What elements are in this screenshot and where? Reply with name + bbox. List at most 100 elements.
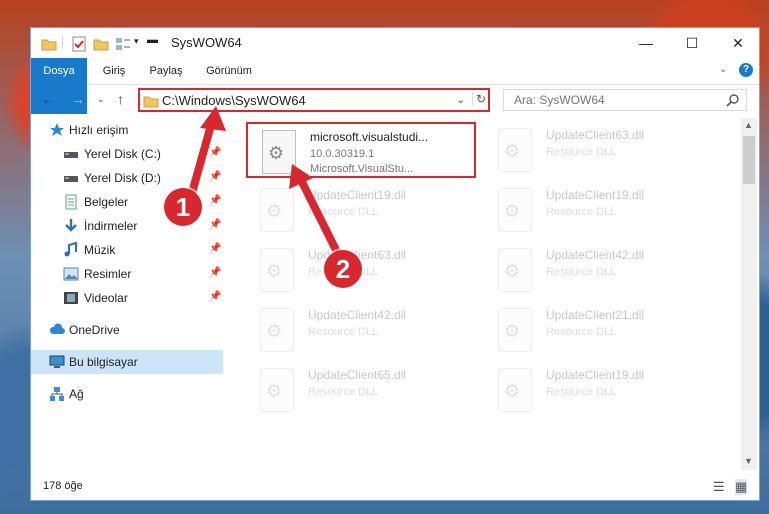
file-detail: Resource DLL bbox=[308, 386, 379, 398]
large-icons-view-icon[interactable]: ▦ bbox=[735, 479, 748, 495]
item-count: 178 öğe bbox=[43, 480, 83, 492]
details-view-icon[interactable]: ☰ bbox=[713, 479, 725, 495]
sidebar-item-resimler[interactable]: Resimler 📌 bbox=[31, 262, 223, 286]
search-box[interactable]: Ara: SysWOW64 bbox=[503, 89, 747, 111]
window-title: SysWOW64 bbox=[171, 35, 242, 50]
pin-icon[interactable]: 📌 bbox=[209, 147, 221, 158]
file-detail: Resource DLL bbox=[308, 326, 379, 338]
sidebar-item-videolar[interactable]: Videolar 📌 bbox=[31, 286, 223, 310]
dll-file-icon: ⚙ bbox=[260, 308, 294, 352]
tab-giris[interactable]: Giriş bbox=[93, 58, 135, 84]
pin-icon[interactable]: 📌 bbox=[209, 291, 221, 302]
close-button[interactable]: ✕ bbox=[715, 28, 761, 58]
dll-file-icon: ⚙ bbox=[260, 368, 294, 412]
sidebar-item-label: Yerel Disk (D:) bbox=[84, 171, 161, 185]
file-item[interactable]: ⚙ UpdateClient19.dll Resource DLL bbox=[246, 182, 476, 238]
sidebar-item-onedrive[interactable]: OneDrive bbox=[31, 318, 223, 342]
file-detail: Resource DLL bbox=[546, 266, 617, 278]
scroll-down-icon[interactable]: ▼ bbox=[744, 456, 753, 466]
status-bar: 178 öğe ☰ ▦ bbox=[31, 476, 759, 500]
gear-icon: ⚙ bbox=[504, 201, 521, 221]
file-item[interactable]: ⚙ microsoft.visualstudi... 10.0.30319.1 Mic… bbox=[246, 122, 476, 178]
up-icon[interactable]: ↑ bbox=[117, 91, 124, 107]
dll-file-icon: ⚙ bbox=[260, 248, 294, 292]
file-item[interactable]: ⚙ UpdateClient42.dll Resource DLL bbox=[246, 302, 476, 358]
file-item[interactable]: ⚙ UpdateClient19.dll Resource DLL bbox=[484, 182, 714, 238]
pin-icon[interactable]: 📌 bbox=[209, 195, 221, 206]
file-name: UpdateClient21.dll bbox=[546, 308, 645, 322]
file-detail: Resource DLL bbox=[308, 206, 379, 218]
video-icon bbox=[63, 290, 79, 306]
file-name: UpdateClient42.dll bbox=[308, 308, 407, 322]
pin-icon[interactable]: 📌 bbox=[209, 219, 221, 230]
sidebar-item-ağ[interactable]: Ağ bbox=[31, 382, 223, 406]
download-icon bbox=[63, 218, 79, 234]
file-detail: 10.0.30319.1 bbox=[310, 148, 375, 160]
title-bar: | ▾ ▬ SysWOW64 — ☐ ✕ bbox=[31, 28, 759, 58]
tab-gorunum[interactable]: Görünüm bbox=[199, 58, 259, 84]
dll-file-icon: ⚙ bbox=[498, 308, 532, 352]
file-name: UpdateClient19.dll bbox=[308, 188, 407, 202]
back-icon[interactable]: ← bbox=[41, 91, 55, 107]
sidebar-item-hızlı-erişim[interactable]: Hızlı erişim bbox=[31, 118, 223, 142]
star-icon bbox=[49, 122, 65, 138]
file-name: UpdateClient19.dll bbox=[546, 368, 645, 382]
pin-icon[interactable]: 📌 bbox=[209, 171, 221, 182]
scroll-thumb[interactable] bbox=[743, 136, 755, 184]
vertical-scrollbar[interactable]: ▲ ▼ bbox=[741, 118, 757, 470]
file-detail: Resource DLL bbox=[546, 326, 617, 338]
sidebar-item-label: Bu bilgisayar bbox=[69, 355, 138, 369]
pin-icon[interactable]: 📌 bbox=[209, 267, 221, 278]
help-icon[interactable]: ? bbox=[739, 63, 753, 77]
forward-icon[interactable]: → bbox=[71, 91, 85, 107]
gear-icon: ⚙ bbox=[266, 201, 283, 221]
dll-file-icon: ⚙ bbox=[262, 130, 296, 174]
file-item[interactable]: ⚙ UpdateClient21.dll Resource DLL bbox=[484, 302, 714, 358]
file-item[interactable]: ⚙ UpdateClient65.dll Resource DLL bbox=[246, 362, 476, 418]
recent-locations-icon[interactable]: ⌄ bbox=[97, 94, 105, 105]
drive-icon bbox=[63, 146, 79, 162]
pin-icon[interactable]: 📌 bbox=[209, 243, 221, 254]
sidebar-item-label: İndirmeler bbox=[84, 219, 138, 233]
file-detail: Resource DLL bbox=[546, 206, 617, 218]
gear-icon: ⚙ bbox=[504, 381, 521, 401]
file-list: ⚙ microsoft.visualstudi... 10.0.30319.1 Mic… bbox=[236, 118, 741, 468]
gear-icon: ⚙ bbox=[266, 261, 283, 281]
folder-icon bbox=[41, 39, 57, 51]
dll-file-icon: ⚙ bbox=[260, 188, 294, 232]
gear-icon: ⚙ bbox=[268, 143, 285, 163]
sidebar-item-bu-bilgisayar[interactable]: Bu bilgisayar bbox=[31, 350, 223, 374]
new-folder-icon[interactable] bbox=[93, 36, 109, 52]
sidebar-item-yerel-disk-d-[interactable]: Yerel Disk (D:) 📌 bbox=[31, 166, 223, 190]
sidebar-item-label: Resimler bbox=[84, 267, 132, 281]
sidebar-item-yerel-disk-c-[interactable]: Yerel Disk (C:) 📌 bbox=[31, 142, 223, 166]
minimize-button[interactable]: — bbox=[623, 28, 669, 58]
address-bar[interactable]: C:\Windows\SysWOW64 ⌄ ↻ bbox=[138, 88, 490, 112]
file-item[interactable]: ⚙ UpdateClient42.dll Resource DLL bbox=[484, 242, 714, 298]
sidebar-item-label: Belgeler bbox=[84, 195, 129, 209]
documents-icon bbox=[63, 194, 79, 210]
explorer-window: | ▾ ▬ SysWOW64 — ☐ ✕ Dosya Giriş Paylaş … bbox=[30, 27, 760, 501]
search-icon[interactable] bbox=[726, 93, 740, 107]
scroll-up-icon[interactable]: ▲ bbox=[744, 120, 753, 130]
maximize-button[interactable]: ☐ bbox=[669, 28, 715, 58]
gear-icon: ⚙ bbox=[504, 321, 521, 341]
refresh-icon[interactable]: ↻ bbox=[472, 92, 486, 106]
tab-paylas[interactable]: Paylaş bbox=[143, 58, 189, 84]
toolbar-dropdown-icon[interactable]: ▬ bbox=[147, 34, 158, 50]
file-name: microsoft.visualstudi... bbox=[310, 130, 429, 144]
file-name: UpdateClient42.dll bbox=[546, 248, 645, 262]
network-icon bbox=[49, 386, 65, 402]
address-dropdown-icon[interactable]: ⌄ bbox=[456, 93, 465, 106]
file-item[interactable]: ⚙ UpdateClient63.dll Resource DLL bbox=[484, 122, 714, 178]
gear-icon: ⚙ bbox=[504, 261, 521, 281]
ribbon-tabs: Dosya Giriş Paylaş Görünüm ⌄ ? bbox=[31, 58, 759, 114]
sidebar-item-label: Hızlı erişim bbox=[69, 123, 129, 137]
sidebar-item-müzik[interactable]: Müzik 📌 bbox=[31, 238, 223, 262]
expand-ribbon-icon[interactable]: ⌄ bbox=[719, 64, 727, 75]
file-item[interactable]: ⚙ UpdateClient19.dll Resource DLL bbox=[484, 362, 714, 418]
file-name: UpdateClient65.dll bbox=[308, 368, 407, 382]
customize-toolbar-icon[interactable] bbox=[115, 36, 131, 52]
properties-icon[interactable] bbox=[71, 36, 87, 52]
chevron-down-icon[interactable]: ▾ bbox=[134, 36, 139, 52]
